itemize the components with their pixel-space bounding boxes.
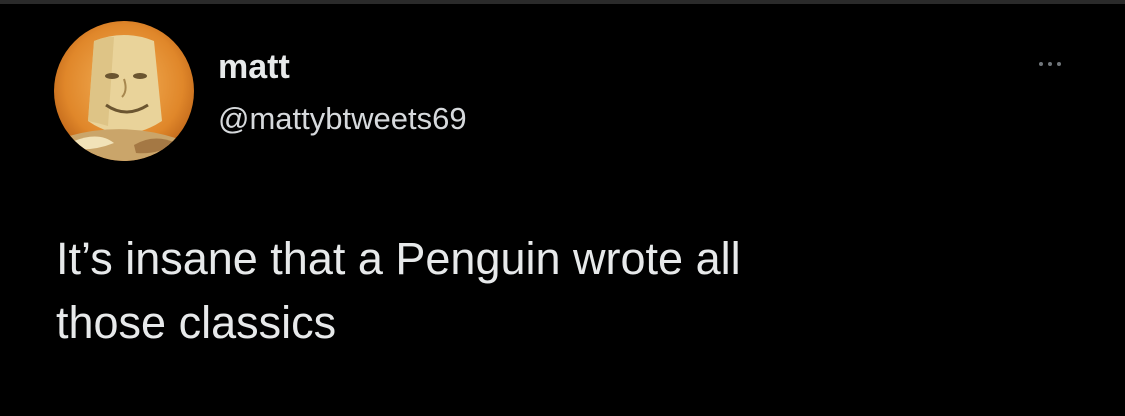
more-dot: [1057, 62, 1061, 66]
author-handle[interactable]: @mattybtweets69: [218, 103, 467, 134]
tweet-card[interactable]: matt @mattybtweets69 It’s insane that a …: [0, 0, 1125, 416]
more-dot: [1039, 62, 1043, 66]
author-display-name[interactable]: matt: [218, 50, 290, 84]
more-options-icon[interactable]: [1026, 52, 1074, 76]
avatar[interactable]: [54, 21, 194, 161]
tweet-text: It’s insane that a Penguin wrote all tho…: [56, 233, 741, 348]
more-dot: [1048, 62, 1052, 66]
avatar-photo-icon: [54, 21, 194, 161]
